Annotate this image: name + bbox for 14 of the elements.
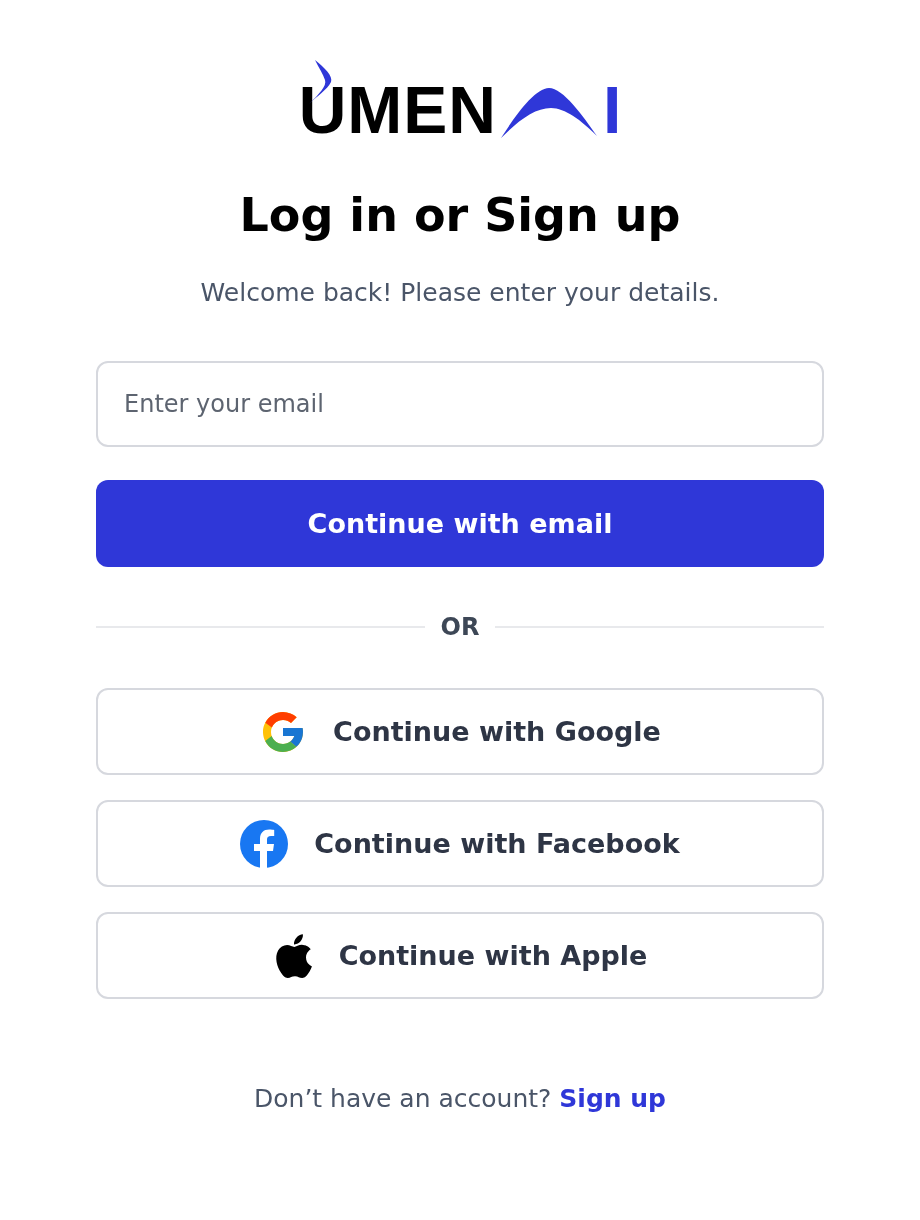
social-login-button[interactable]: Continue with Apple [96,912,824,999]
logo-text: I [603,82,622,138]
divider-label: OR [440,613,480,641]
email-field[interactable]: Enter your email [96,361,824,447]
logo-text: UMEN [298,82,497,138]
continue-email-button[interactable]: Continue with email [96,480,824,567]
arc-icon [501,86,597,138]
page-title: Log in or Sign up [239,188,681,242]
facebook-icon [240,819,289,868]
signup-prompt: Don’t have an account? Sign up [254,1084,666,1113]
social-login-button[interactable]: Continue with Google [96,688,824,775]
signup-link[interactable]: Sign up [559,1084,666,1113]
social-login-button[interactable]: Continue with Facebook [96,800,824,887]
subtitle: Welcome back! Please enter your details. [200,278,720,307]
